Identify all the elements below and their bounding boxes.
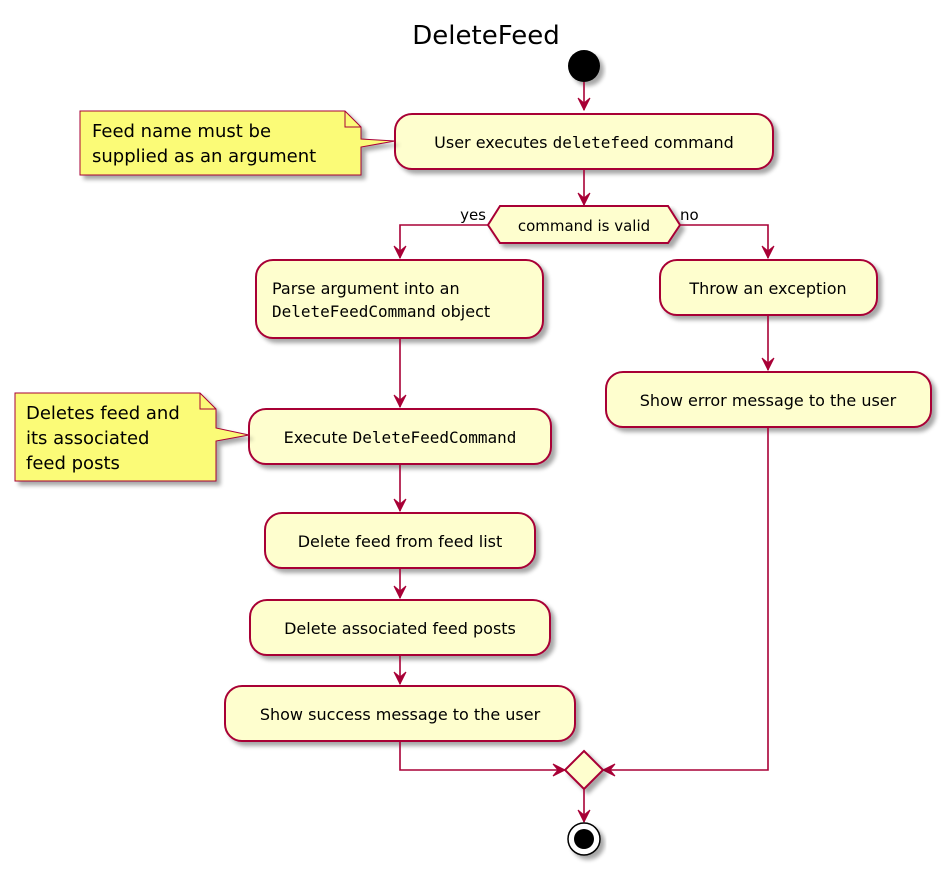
activity-show-error: Show error message to the user (605, 371, 932, 428)
activity-parse-line-2: DeleteFeedCommand object (272, 302, 490, 321)
flow-success-to-merge (399, 741, 565, 771)
flow-no-branch (680, 224, 769, 258)
activity-user-executes-label: User executes deletefeed command (434, 133, 734, 152)
merge-node (563, 749, 605, 791)
start-node (568, 50, 600, 82)
diagram-title: DeleteFeed (412, 21, 559, 51)
decision-label: command is valid (518, 217, 650, 235)
activity-show-success-label: Show success message to the user (260, 705, 541, 724)
decision-command-valid: command is valid (486, 205, 682, 244)
activity-delete-posts: Delete associated feed posts (249, 599, 551, 656)
activity-parse-line-1: Parse argument into an (272, 279, 460, 298)
flow-yes-branch (399, 224, 488, 258)
activity-show-success: Show success message to the user (224, 685, 576, 742)
activity-delete-feed-label: Delete feed from feed list (298, 532, 503, 551)
activity-throw-exception-label: Throw an exception (688, 279, 846, 298)
note-deletes-line-1: Deletes feed and (26, 403, 180, 424)
end-node (567, 822, 601, 856)
note-feed-name-line-1: Feed name must be (92, 121, 271, 142)
note-deletes-line-2: its associated (26, 428, 149, 449)
guard-no: no (680, 206, 699, 224)
activity-delete-posts-label: Delete associated feed posts (284, 619, 516, 638)
activity-execute-label: Execute DeleteFeedCommand (284, 428, 517, 447)
activity-user-executes: User executes deletefeed command (394, 113, 774, 170)
note-deletes-line-3: feed posts (26, 453, 120, 474)
flow-error-to-merge (603, 427, 769, 771)
note-deletes-feed: Deletes feed and its associated feed pos… (14, 392, 250, 482)
activity-show-error-label: Show error message to the user (640, 391, 897, 410)
activity-execute-command: Execute DeleteFeedCommand (248, 408, 552, 465)
activity-diagram: DeleteFeed User executes deletefeed comm… (14, 21, 932, 856)
note-feed-name-line-2: supplied as an argument (92, 146, 316, 167)
activity-parse-argument: Parse argument into an DeleteFeedCommand… (255, 259, 544, 339)
guard-yes: yes (460, 206, 486, 224)
activity-throw-exception: Throw an exception (659, 259, 878, 316)
note-feed-name: Feed name must be supplied as an argumen… (79, 110, 396, 176)
activity-delete-feed: Delete feed from feed list (264, 512, 536, 569)
